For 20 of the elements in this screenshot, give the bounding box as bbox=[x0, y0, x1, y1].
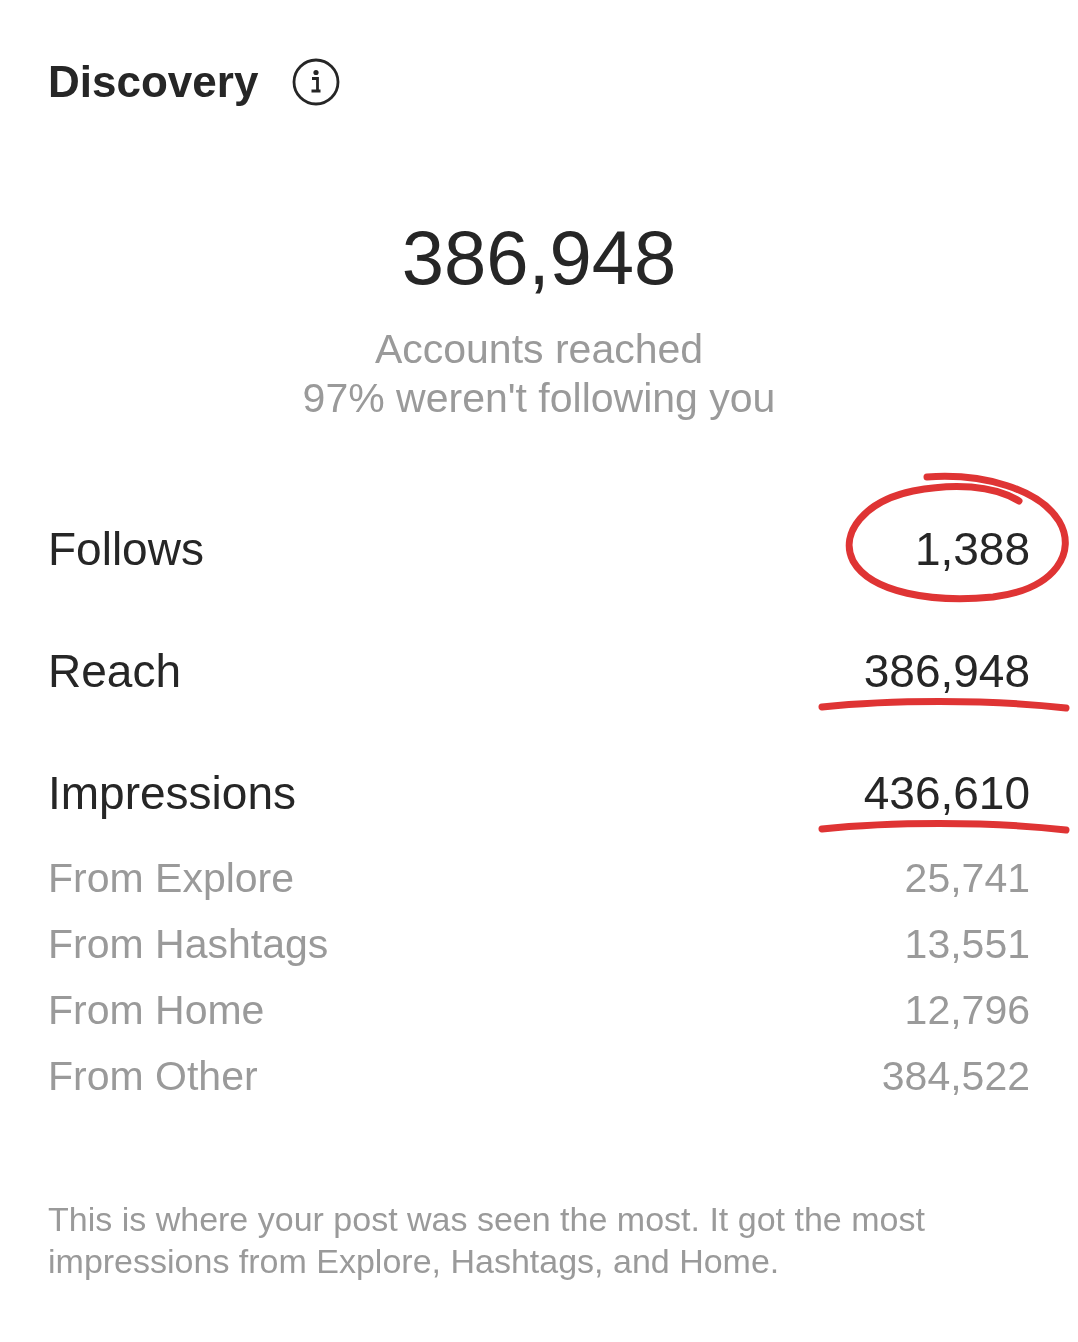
source-label: From Home bbox=[48, 986, 265, 1035]
reach-total: 386,948 bbox=[401, 214, 677, 302]
source-value: 13,551 bbox=[904, 920, 1030, 969]
summary-label: Accounts reached bbox=[374, 325, 704, 374]
source-label: From Hashtags bbox=[48, 920, 329, 969]
footer-note: This is where your post was seen the most. It got the most impressions from Explore, Hashtags, and Home. bbox=[48, 1199, 926, 1282]
metric-value: 436,610 bbox=[863, 767, 1030, 819]
metric-value: 386,948 bbox=[863, 645, 1030, 697]
source-label: From Explore bbox=[48, 854, 295, 903]
metric-label: Impressions bbox=[48, 766, 296, 821]
metric-value: 1,388 bbox=[914, 523, 1030, 575]
metric-label: Follows bbox=[48, 522, 204, 577]
source-value: 25,741 bbox=[904, 854, 1030, 903]
summary-note: 97% weren't following you bbox=[302, 374, 776, 423]
source-label: From Other bbox=[48, 1052, 258, 1101]
info-icon[interactable] bbox=[292, 58, 341, 106]
source-value: 384,522 bbox=[881, 1052, 1030, 1101]
source-value: 12,796 bbox=[904, 986, 1030, 1035]
metric-label: Reach bbox=[48, 644, 181, 699]
section-title: Discovery bbox=[48, 56, 259, 108]
